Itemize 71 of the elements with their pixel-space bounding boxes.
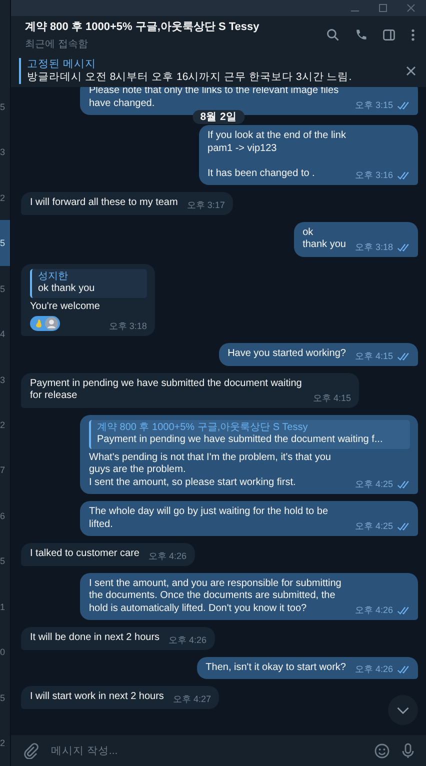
reply-quote[interactable]: 계약 800 후 1000+5% 구글,아웃룩상단 S Tessy Payment in pending we have submitted the document waiting f...	[89, 420, 410, 448]
message-text: I talked to customer care	[30, 548, 140, 560]
phone-icon[interactable]	[354, 28, 368, 42]
pinned-message-bar[interactable]: 고정된 메시지 방글라데시 오전 8시부터 오후 16시까지 근무 한국보다 3시간 느림.	[11, 54, 426, 87]
message-input[interactable]: 메시지 작성...	[49, 744, 364, 758]
message-time: 오후 4:27	[172, 694, 211, 704]
message-time: 오후 4:26	[354, 664, 393, 675]
search-icon[interactable]	[326, 28, 340, 42]
chat-list-item[interactable]: 4	[0, 311, 10, 357]
message-time: 오후 3:17	[186, 200, 225, 210]
message-text: If you look at the end of the link pam1 -> vip123 It has been changed to .	[208, 130, 346, 180]
message-text: It will be done in next 2 hours	[30, 632, 160, 644]
chat-list-item[interactable]: 2	[0, 720, 10, 766]
message-time: 오후 4:25	[354, 521, 393, 532]
sidebar-icon[interactable]	[382, 28, 396, 42]
chat-list-item[interactable]: 6	[0, 493, 10, 539]
chevron-down-icon	[396, 706, 410, 714]
message-time: 오후 4:26	[168, 634, 207, 646]
last-seen-status: 최근에 접속함	[25, 38, 89, 51]
chat-list-item[interactable]: 2	[0, 174, 10, 220]
message-time: 오후 3:18	[108, 321, 147, 332]
more-icon[interactable]	[410, 28, 416, 42]
message-time: 오후 3:16	[354, 170, 393, 181]
chat-title: 계약 800 후 1000+5% 구글,아웃룩상단 S Tessy	[25, 20, 260, 34]
chat-list-item[interactable]: 7	[0, 448, 10, 494]
chat-list-item[interactable]: 3	[0, 356, 10, 402]
chat-list-item[interactable]: 5	[0, 538, 10, 584]
pinned-label: 고정된 메시지	[27, 58, 97, 70]
message-text: I will forward all these to my team	[30, 197, 178, 210]
close-icon[interactable]	[406, 3, 416, 13]
message-text: What's pending is not that I'm the problem, it's that you guys are the problem. I sent the amount, so please start working first.	[89, 452, 332, 489]
message-time: 오후 4:26	[354, 605, 393, 616]
message-text: I sent the amount, and you are responsible for submitting the documents. Once the documents are submitted, the hold is automatically lifted. Don't you know it too?	[89, 578, 342, 615]
message-time: 오후 3:15	[354, 100, 393, 111]
emoji-icon	[35, 318, 43, 329]
message-time: 오후 3:18	[354, 242, 393, 252]
chat-list-item[interactable]: 5	[0, 84, 10, 130]
message-time: 오후 4:25	[354, 479, 393, 490]
reply-author: 계약 800 후 1000+5% 구글,아웃룩상단 S Tessy	[97, 422, 309, 434]
message-text: You're welcome	[30, 300, 100, 313]
chat-list-item[interactable]: 5	[0, 675, 10, 721]
emoji-icon[interactable]	[374, 742, 390, 758]
message-time: 오후 4:15	[312, 392, 351, 404]
microphone-icon[interactable]	[400, 742, 416, 758]
message-time: 오후 4:26	[148, 550, 187, 562]
close-icon[interactable]	[406, 66, 416, 76]
message-text: Have you started working?	[228, 348, 346, 360]
message-composer[interactable]: 메시지 작성...	[11, 735, 426, 766]
reply-text: Payment in pending we have submitted the document waiting f...	[97, 434, 384, 446]
message-text: Then, isn't it okay to start work?	[206, 662, 346, 674]
date-badge: 8월 2일	[192, 110, 245, 124]
message-text: ok thank you	[302, 226, 346, 252]
message-text: The whole day will go by just waiting for the hold to be lifted.	[89, 506, 330, 531]
chat-list-item[interactable]: 2	[0, 402, 10, 448]
chat-list-item[interactable]: 1	[0, 584, 10, 630]
chat-list-item[interactable]: 3	[0, 129, 10, 175]
chat-list-item[interactable]: 5	[0, 220, 10, 266]
message-time: 오후 4:15	[354, 350, 393, 362]
reply-quote[interactable]: 성지한 ok thank you	[30, 268, 147, 298]
scroll-down-button[interactable]	[388, 695, 418, 725]
avatar-icon	[45, 317, 58, 330]
chat-list-item[interactable]: 5	[0, 266, 10, 312]
reply-text: ok thank you	[38, 283, 96, 296]
paperclip-icon[interactable]	[23, 742, 39, 758]
reply-author: 성지한	[38, 270, 69, 283]
maximize-icon[interactable]	[378, 3, 388, 13]
message-text: I will start work in next 2 hours	[30, 691, 164, 704]
reaction-pill[interactable]	[30, 316, 60, 331]
chat-list-item[interactable]: 0	[0, 630, 10, 676]
message-text: Payment in pending we have submitted the document waiting for release	[30, 378, 303, 402]
pinned-text: 방글라데시 오전 8시부터 오후 16시까지 근무 한국보다 3시간 느림.	[27, 70, 353, 84]
